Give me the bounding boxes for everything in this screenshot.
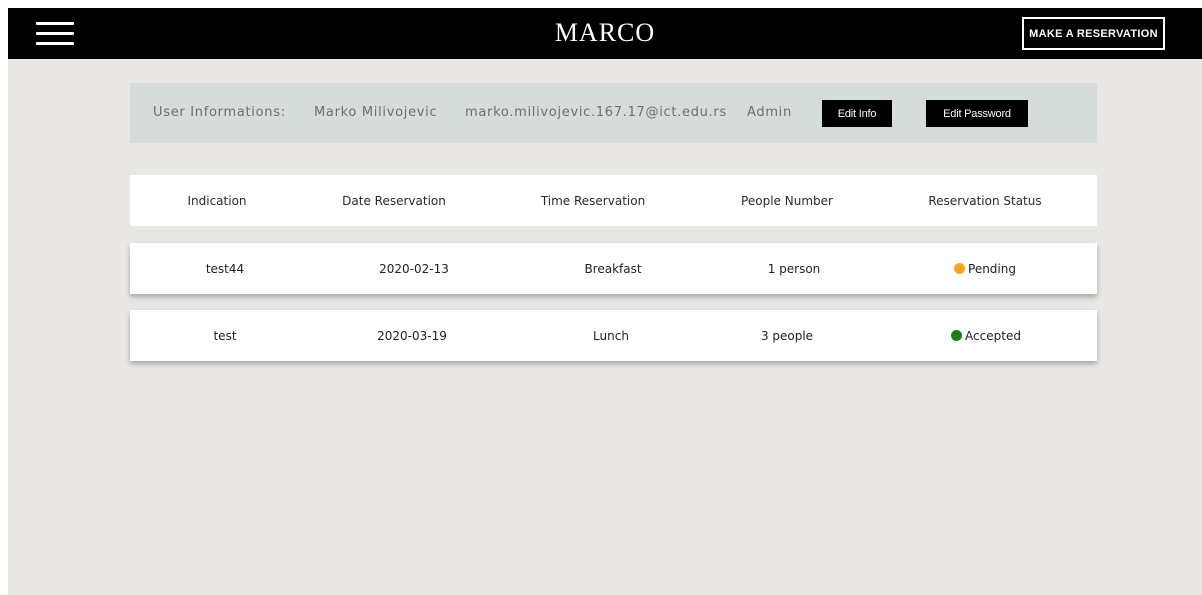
cell-indication: test xyxy=(213,328,237,343)
cell-time: Breakfast xyxy=(584,261,642,276)
cell-indication: test44 xyxy=(205,261,245,276)
table-row[interactable]: test44 2020-02-13 Breakfast 1 person Pen… xyxy=(130,243,1097,294)
column-header-indication: Indication xyxy=(187,193,247,208)
user-info-panel: User Informations: Marko Milivojevic mar… xyxy=(130,83,1097,143)
cell-people: 1 person xyxy=(767,261,821,276)
user-name: Marko Milivojevic xyxy=(314,105,438,120)
page: MARCO MAKE A RESERVATION User Informatio… xyxy=(8,8,1202,595)
reservations-table-header: Indication Date Reservation Time Reserva… xyxy=(130,175,1097,226)
cell-people: 3 people xyxy=(760,328,814,343)
make-reservation-button[interactable]: MAKE A RESERVATION xyxy=(1022,17,1165,50)
top-navbar: MARCO MAKE A RESERVATION xyxy=(8,8,1202,59)
table-row[interactable]: test 2020-03-19 Lunch 3 people Accepted xyxy=(130,310,1097,361)
status-dot-icon xyxy=(954,263,966,274)
cell-date: 2020-02-13 xyxy=(379,261,449,276)
status-badge: Accepted xyxy=(951,310,1021,361)
column-header-time: Time Reservation xyxy=(540,193,646,208)
cell-date: 2020-03-19 xyxy=(377,328,447,343)
column-header-date: Date Reservation xyxy=(342,193,446,208)
status-badge: Pending xyxy=(954,243,1016,294)
status-dot-icon xyxy=(951,330,963,341)
cell-time: Lunch xyxy=(593,328,629,343)
user-info-label: User Informations: xyxy=(153,105,286,120)
edit-info-button[interactable]: Edit Info xyxy=(822,100,892,127)
column-header-people: People Number xyxy=(741,193,833,208)
user-email: marko.milivojevic.167.17@ict.edu.rs xyxy=(465,105,727,120)
edit-password-button[interactable]: Edit Password xyxy=(926,100,1028,127)
column-header-status: Reservation Status xyxy=(928,193,1042,208)
status-label: Pending xyxy=(968,261,1016,276)
status-label: Accepted xyxy=(965,328,1021,343)
user-role: Admin xyxy=(747,105,792,120)
